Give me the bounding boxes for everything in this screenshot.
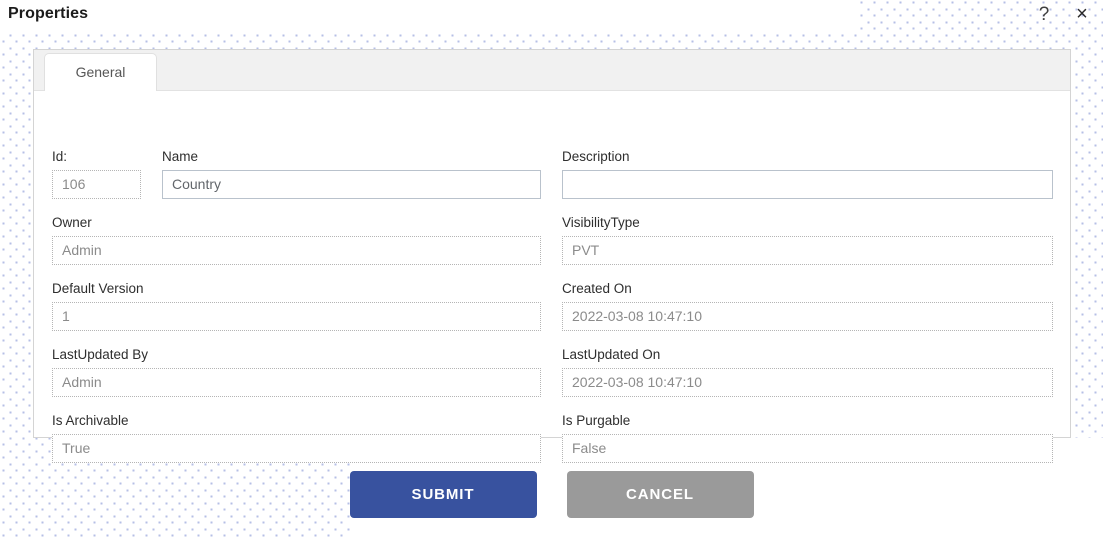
field-is-archivable-label: Is Archivable [52,413,129,428]
field-description-input[interactable] [562,170,1053,199]
submit-button[interactable]: SUBMIT [349,471,537,518]
field-visibilitytype: VisibilityType PVT [562,215,1053,265]
field-visibilitytype-input: PVT [562,236,1053,265]
field-id-input: 106 [52,170,141,199]
tab-strip: General [34,50,1070,91]
field-description: Description [562,149,1053,199]
field-is-purgable: Is Purgable False [562,413,1053,463]
field-id: Id: 106 [52,149,141,199]
field-name-input[interactable]: Country [162,170,541,199]
field-is-purgable-label: Is Purgable [562,413,631,428]
close-icon[interactable]: × [1069,2,1095,28]
field-name-label: Name [162,149,199,164]
field-description-label: Description [562,149,630,164]
field-owner-label: Owner [52,215,92,230]
field-owner: Owner Admin [52,215,541,265]
field-lastupdated-by: LastUpdated By Admin [52,347,541,397]
field-is-purgable-input: False [562,434,1053,463]
field-created-on-label: Created On [562,281,632,296]
field-lastupdated-by-input: Admin [52,368,541,397]
dialog-titlebar: Properties ? × [0,0,1103,33]
field-is-archivable-input: True [52,434,541,463]
field-lastupdated-by-label: LastUpdated By [52,347,149,362]
page-title: Properties [8,5,89,22]
field-lastupdated-on-label: LastUpdated On [562,347,661,362]
field-default-version-label: Default Version [52,281,144,296]
field-visibilitytype-label: VisibilityType [562,215,640,230]
field-default-version: Default Version 1 [52,281,541,331]
field-owner-input: Admin [52,236,541,265]
field-created-on: Created On 2022-03-08 10:47:10 [562,281,1053,331]
field-name: Name Country [162,149,541,199]
tab-general[interactable]: General [44,53,157,91]
help-icon[interactable]: ? [1031,2,1057,28]
field-default-version-input: 1 [52,302,541,331]
general-form: Id: 106 Name Country Description Owner A… [34,91,1070,463]
cancel-button[interactable]: CANCEL [566,471,754,518]
field-is-archivable: Is Archivable True [52,413,541,463]
field-id-label: Id: [52,149,68,164]
field-lastupdated-on: LastUpdated On 2022-03-08 10:47:10 [562,347,1053,397]
field-lastupdated-on-input: 2022-03-08 10:47:10 [562,368,1053,397]
properties-panel: General Id: 106 Name Country Description… [33,49,1071,463]
dialog-footer: SUBMIT CANCEL [0,471,1103,518]
dialog-stage: Properties ? × General Id: 106 Name Coun… [0,0,1103,540]
field-created-on-input: 2022-03-08 10:47:10 [562,302,1053,331]
tab-general-label: General [75,64,126,80]
